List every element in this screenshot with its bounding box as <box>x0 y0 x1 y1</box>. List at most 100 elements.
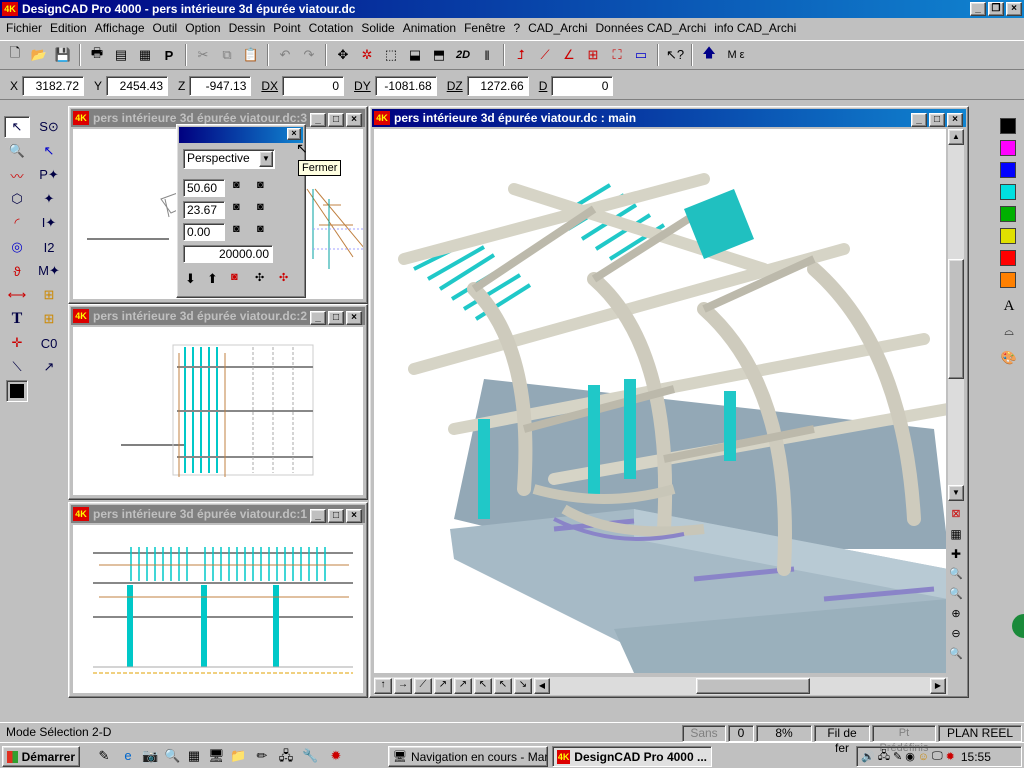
menu-info-cad-archi[interactable]: info CAD_Archi <box>710 19 800 37</box>
zoom-icon[interactable]: 🔍 <box>4 140 30 162</box>
restore-button[interactable]: ❐ <box>988 2 1004 16</box>
line-snap-icon[interactable]: ⟋ <box>534 44 556 66</box>
view-window-1-minimize-button[interactable]: _ <box>310 509 326 523</box>
direction-tool-icon[interactable]: ↘ <box>514 678 532 694</box>
menu-help[interactable]: ? <box>509 19 524 37</box>
direction-tool-icon[interactable]: ↗ <box>434 678 452 694</box>
view-window-3-minimize-button[interactable]: _ <box>310 113 326 127</box>
menu-point[interactable]: Point <box>269 19 304 37</box>
quicklaunch-ie-icon[interactable]: e <box>120 748 136 764</box>
z-field[interactable]: -947.13 <box>189 75 252 96</box>
view-settings-dialog[interactable]: × Perspective ▼ 50.60 ◙ ◙ 23.67 ◙ ◙ 0.00… <box>176 124 306 298</box>
circle-icon[interactable]: ◎ <box>4 236 30 258</box>
up-arrow-icon[interactable]: 🡅 <box>698 44 720 66</box>
rotate-left-icon[interactable]: ◙ <box>233 179 240 191</box>
view-dialog-title[interactable]: × <box>179 127 303 143</box>
tray-smiley-icon[interactable]: ☺ <box>918 751 929 763</box>
undo-icon[interactable]: ↶ <box>274 44 296 66</box>
zoom-previous-icon[interactable]: 🔍 <box>948 647 964 663</box>
status-predefined-points[interactable]: Pt Prédéfinis <box>872 725 936 754</box>
view-window-2-maximize-button[interactable]: □ <box>328 311 344 325</box>
direction-tool-icon[interactable]: ↗ <box>454 678 472 694</box>
menu-outil[interactable]: Outil <box>149 19 182 37</box>
dz-field[interactable]: 1272.66 <box>466 75 529 96</box>
app-title-bar[interactable]: 4K DesignCAD Pro 4000 - pers intérieure … <box>0 0 1024 18</box>
color-picker-icon[interactable]: 🎨 <box>1000 350 1018 368</box>
main-vertical-scrollbar[interactable]: ▲ ▼ <box>948 129 964 501</box>
vertical-scroll-thumb[interactable] <box>948 259 964 379</box>
roll-right-icon[interactable]: ◙ <box>257 223 264 235</box>
horizontal-scroll-thumb[interactable] <box>696 678 810 694</box>
direction-tool-icon[interactable]: ⟋ <box>414 678 432 694</box>
redo-icon[interactable]: ↷ <box>298 44 320 66</box>
view-window-1-close-button[interactable]: × <box>346 509 362 523</box>
center-point-icon[interactable]: ⊞ <box>36 308 62 330</box>
scroll-up-button[interactable]: ▲ <box>948 129 964 145</box>
tray-cd-icon[interactable]: ◉ <box>905 750 915 763</box>
color-swatch-blue[interactable] <box>1000 162 1016 178</box>
menu-donnees-cad-archi[interactable]: Données CAD_Archi <box>591 19 710 37</box>
move-icon[interactable]: ✥ <box>332 44 354 66</box>
quicklaunch-game-icon[interactable]: ✹ <box>328 748 344 764</box>
menu-dessin[interactable]: Dessin <box>225 19 270 37</box>
curve-icon[interactable]: ϑ <box>4 260 30 282</box>
rotate-right-icon[interactable]: ◙ <box>257 179 264 191</box>
print-setup-icon[interactable]: ▦ <box>134 44 156 66</box>
main-view-window-title[interactable]: 4K pers intérieure 3d épurée viatour.dc … <box>372 109 966 127</box>
slash-point-icon[interactable]: ↗ <box>36 356 62 378</box>
rotate-up-icon[interactable]: ◙ <box>233 201 240 213</box>
direction-tool-icon[interactable]: ↖ <box>474 678 492 694</box>
view-dialog-close-button[interactable]: × <box>287 128 301 140</box>
zoom-out-icon[interactable]: ⊖ <box>948 627 964 643</box>
color-swatch-black[interactable] <box>1000 118 1016 134</box>
main-view-close-button[interactable]: × <box>947 113 963 127</box>
angle-icon[interactable]: ∠ <box>558 44 580 66</box>
quicklaunch-explorer-icon[interactable]: 🖥 <box>208 748 225 764</box>
view-3d-icon[interactable]: ⬚ <box>380 44 402 66</box>
quicklaunch-network-icon[interactable]: 🖧 <box>278 748 294 764</box>
view-angle-1-field[interactable]: 50.60 <box>183 179 225 197</box>
view-window-1-canvas[interactable] <box>73 525 363 693</box>
view-window-1-maximize-button[interactable]: □ <box>328 509 344 523</box>
quicklaunch-paint-icon[interactable]: ✏ <box>254 748 270 764</box>
camera-target-icon[interactable]: ✣ <box>255 271 264 284</box>
view-angle-3-field[interactable]: 0.00 <box>183 223 225 241</box>
quicklaunch-calc-icon[interactable]: ▦ <box>186 748 202 764</box>
view-2d-button[interactable]: 2D <box>452 44 474 66</box>
print-icon[interactable]: 🖶 <box>86 44 108 66</box>
text-tool-icon[interactable]: T <box>4 308 30 330</box>
tray-star-icon[interactable]: ✹ <box>946 750 955 763</box>
view-window-3-close-button[interactable]: × <box>346 113 362 127</box>
camera-reset-icon[interactable]: ◙ <box>231 271 238 283</box>
current-color-swatch[interactable] <box>6 380 28 402</box>
tray-tool-icon[interactable]: ✎ <box>893 750 902 763</box>
select-s-icon[interactable]: S⊙ <box>36 116 62 138</box>
menu-animation[interactable]: Animation <box>399 19 460 37</box>
snap-icon[interactable]: ⮥ <box>510 44 532 66</box>
view-side-icon[interactable]: ⬒ <box>428 44 450 66</box>
direction-tool-icon[interactable]: ↑ <box>374 678 392 694</box>
task-designcad-button[interactable]: 4K DesignCAD Pro 4000 ... <box>552 746 712 767</box>
task-navigation-button[interactable]: 🖥 Navigation en cours - Mar... <box>388 746 548 767</box>
chevron-down-icon[interactable]: ▼ <box>259 151 273 167</box>
close-view-icon[interactable]: ⊠ <box>948 507 964 523</box>
main-view-maximize-button[interactable]: □ <box>929 113 945 127</box>
roll-left-icon[interactable]: ◙ <box>233 223 240 235</box>
grid-view-icon[interactable]: ▦ <box>948 527 964 543</box>
i2-point-icon[interactable]: I2 <box>36 236 62 258</box>
quicklaunch-pen-icon[interactable]: ✎ <box>96 748 112 764</box>
m-point-icon[interactable]: M✦ <box>36 260 62 282</box>
menu-cotation[interactable]: Cotation <box>305 19 358 37</box>
box-3d-icon[interactable]: ⬡ <box>4 188 30 210</box>
quicklaunch-search-icon[interactable]: 🔍 <box>164 748 180 764</box>
rotate-down-icon[interactable]: ◙ <box>257 201 264 213</box>
text-style-button[interactable]: A <box>1000 298 1018 316</box>
tray-volume-icon[interactable]: 🔊 <box>861 750 875 763</box>
save-icon[interactable]: 💾 <box>52 44 74 66</box>
crosshair-icon[interactable]: ✛ <box>4 332 30 354</box>
pan-icon[interactable]: ✚ <box>948 547 964 563</box>
zoom-in-icon[interactable]: ⊕ <box>948 607 964 623</box>
open-folder-icon[interactable]: 📂 <box>28 44 50 66</box>
view-window-2-canvas[interactable] <box>73 327 363 495</box>
quicklaunch-folder-icon[interactable]: 📁 <box>230 748 246 764</box>
